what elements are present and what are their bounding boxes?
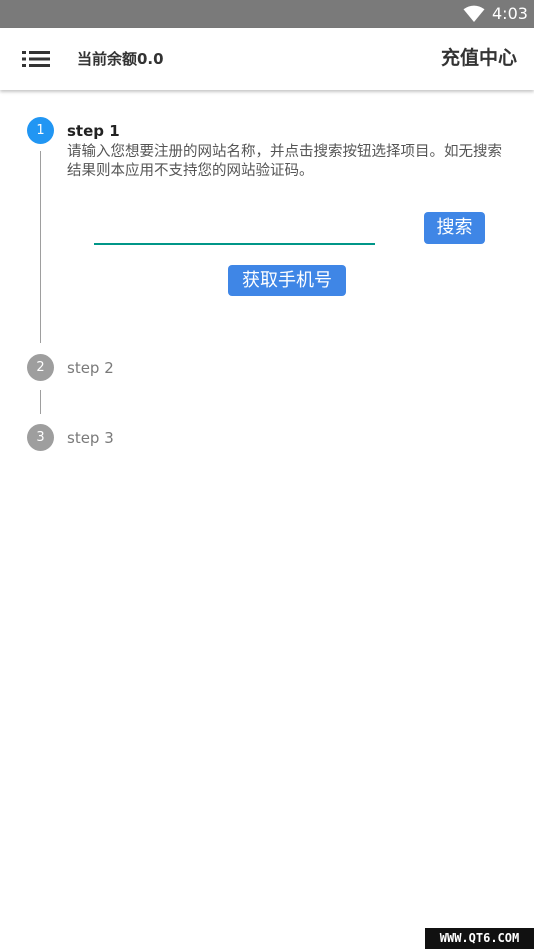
get-phone-number-button[interactable]: 获取手机号 (228, 265, 346, 296)
app-bar: 当前余额0.0 充值中心 (0, 28, 534, 90)
step-1-indicator: 1 (27, 117, 54, 144)
step-3-title[interactable]: step 3 (67, 428, 114, 448)
step-1-description: 请输入您想要注册的网站名称，并点击搜索按钮选择项目。如无搜索结果则本应用不支持您… (67, 144, 502, 179)
site-name-input[interactable] (94, 217, 375, 245)
page-title: 充值中心 (440, 47, 517, 69)
step-connector (40, 390, 41, 414)
search-button[interactable]: 搜索 (424, 212, 485, 244)
balance-text: 当前余额0.0 (77, 50, 164, 68)
step-1-title: step 1 (67, 122, 120, 140)
step-2-indicator[interactable]: 2 (27, 354, 54, 381)
step-connector (40, 151, 41, 343)
step-2-title[interactable]: step 2 (67, 358, 114, 378)
menu-icon[interactable] (22, 49, 50, 69)
status-bar: 4:03 (0, 0, 534, 28)
wifi-icon (463, 5, 485, 22)
site-watermark: WWW.QT6.COM (425, 928, 534, 949)
step-3-indicator[interactable]: 3 (27, 424, 54, 451)
status-time: 4:03 (492, 4, 528, 23)
